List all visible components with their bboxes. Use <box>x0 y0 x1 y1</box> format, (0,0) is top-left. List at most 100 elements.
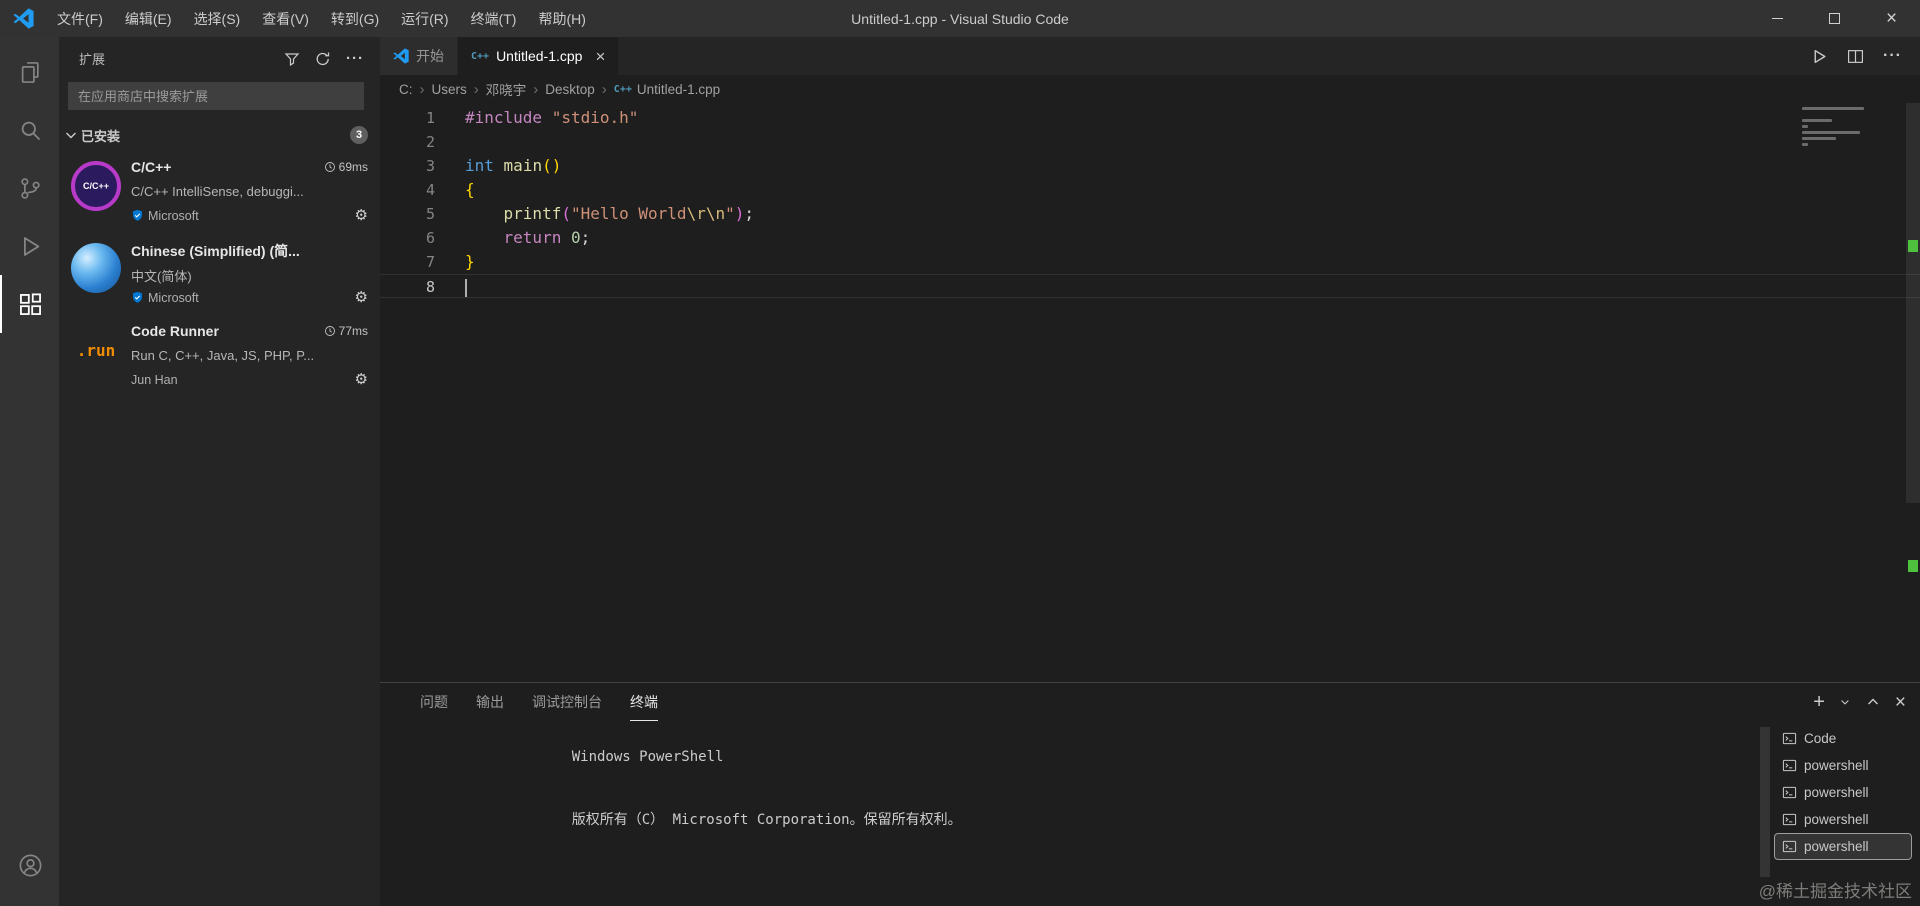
breadcrumb-item[interactable]: Desktop <box>545 82 595 97</box>
activitybar-search-button[interactable] <box>0 101 59 159</box>
code-line: 1 #include "stdio.h" <box>380 106 1920 130</box>
verified-publisher-icon <box>133 291 142 303</box>
menu-item-go[interactable]: 转到(G) <box>320 0 390 37</box>
tab-untitled-cpp[interactable]: C++ Untitled-1.cpp × <box>458 37 620 75</box>
globe-extension-icon <box>71 243 121 293</box>
extension-description: 中文(简体) <box>131 269 192 284</box>
terminal-line: Windows PowerShell <box>420 726 1760 789</box>
extension-item-cpp[interactable]: C/C++ C/C++ 69ms C/C++ IntelliSense, deb… <box>59 150 380 232</box>
activitybar-explorer-button[interactable] <box>0 43 59 101</box>
tab-close-icon[interactable]: × <box>595 48 605 65</box>
activitybar-extensions-button[interactable] <box>0 275 59 333</box>
tab-label: 开始 <box>416 48 444 64</box>
extension-item-code-runner[interactable]: .run Code Runner 77ms Run C, C++, Java, … <box>59 314 380 396</box>
extension-settings-gear-icon[interactable]: ⚙ <box>355 372 368 387</box>
breadcrumb: C: › Users › 邓晓宇 › Desktop › C++ Untitle… <box>380 75 1920 103</box>
panel-tab-problems[interactable]: 问题 <box>420 683 448 721</box>
titlebar: 文件(F) 编辑(E) 选择(S) 查看(V) 转到(G) 运行(R) 终端(T… <box>0 0 1920 37</box>
filter-icon[interactable] <box>284 51 300 67</box>
panel-close-icon[interactable]: × <box>1895 693 1906 712</box>
extensions-icon <box>20 292 41 315</box>
terminal-scrollbar[interactable] <box>1760 727 1770 877</box>
extensions-search-input[interactable] <box>68 82 364 110</box>
menu-item-run[interactable]: 运行(R) <box>390 0 459 37</box>
new-terminal-button[interactable]: + <box>1813 692 1825 712</box>
tab-welcome[interactable]: 开始 <box>380 37 458 75</box>
terminal-dropdown-chevron-icon[interactable] <box>1839 696 1851 708</box>
code-text <box>465 275 467 297</box>
menu-item-selection[interactable]: 选择(S) <box>183 0 252 37</box>
minimap[interactable] <box>1802 107 1902 149</box>
overview-ruler[interactable] <box>1906 103 1920 682</box>
chevron-right-icon: › <box>533 80 539 98</box>
scrollbar-slider[interactable] <box>1906 103 1920 503</box>
close-button[interactable]: × <box>1863 0 1920 37</box>
tab-label: Untitled-1.cpp <box>496 48 583 64</box>
extension-name: C/C++ <box>131 159 172 175</box>
terminal-list-item-label: powershell <box>1804 839 1869 854</box>
terminal-list-item[interactable]: powershell <box>1774 752 1912 779</box>
activitybar-run-debug-button[interactable] <box>0 217 59 275</box>
terminal-icon <box>1782 786 1797 799</box>
terminal-list-item[interactable]: Code <box>1774 725 1912 752</box>
extension-description: C/C++ IntelliSense, debuggi... <box>131 184 304 199</box>
panel-maximize-chevron-icon[interactable] <box>1865 694 1881 710</box>
extension-settings-gear-icon[interactable]: ⚙ <box>355 208 368 223</box>
terminal-list-item-label: Code <box>1804 731 1837 746</box>
account-button[interactable] <box>0 836 59 894</box>
code-line: 3 int main() <box>380 154 1920 178</box>
breadcrumb-item[interactable]: C: <box>399 82 413 97</box>
code-text: return 0; <box>503 228 591 247</box>
installed-section-header[interactable]: 已安装 3 <box>59 120 380 150</box>
activitybar-source-control-button[interactable] <box>0 159 59 217</box>
panel-tab-debug-console[interactable]: 调试控制台 <box>532 683 602 721</box>
clock-icon <box>324 162 335 172</box>
run-code-icon[interactable] <box>1811 48 1828 65</box>
menu-item-edit[interactable]: 编辑(E) <box>114 0 183 37</box>
panel-tab-terminal[interactable]: 终端 <box>630 683 658 721</box>
line-number: 7 <box>425 253 435 271</box>
breadcrumb-item-file[interactable]: C++ Untitled-1.cpp <box>614 82 720 97</box>
terminal-lines: Windows PowerShell 版权所有（C） Microsoft Cor… <box>420 726 1760 906</box>
editor-more-actions-icon[interactable]: ··· <box>1883 47 1902 65</box>
activity-bar <box>0 37 59 906</box>
terminal-icon <box>1782 840 1797 853</box>
extension-activation-time: 77ms <box>324 324 368 338</box>
menu-item-file[interactable]: 文件(F) <box>46 0 114 37</box>
refresh-icon[interactable] <box>315 51 331 67</box>
menu-item-help[interactable]: 帮助(H) <box>527 0 596 37</box>
source-control-icon <box>21 177 40 199</box>
extension-item-chinese[interactable]: Chinese (Simplified) (简... 中文(简体) Micros… <box>59 232 380 314</box>
panel-tab-output[interactable]: 输出 <box>476 683 504 721</box>
terminal-icon <box>1782 759 1797 772</box>
code-editor[interactable]: 1 #include "stdio.h" 2 3 int main() 4 {… <box>380 103 1920 682</box>
extension-publisher: Microsoft <box>131 291 199 305</box>
menu-bar: 文件(F) 编辑(E) 选择(S) 查看(V) 转到(G) 运行(R) 终端(T… <box>46 0 597 37</box>
terminal-list-item[interactable]: powershell <box>1774 806 1912 833</box>
breadcrumb-item[interactable]: 邓晓宇 <box>486 79 527 99</box>
terminal-line: 版权所有（C） Microsoft Corporation。保留所有权利。 <box>420 789 1760 852</box>
menu-item-terminal[interactable]: 终端(T) <box>460 0 528 37</box>
menu-item-view[interactable]: 查看(V) <box>251 0 320 37</box>
code-text: #include "stdio.h" <box>465 108 639 127</box>
watermark: @稀土掘金技术社区 <box>1758 882 1912 901</box>
panel-header: 问题 输出 调试控制台 终端 + × <box>380 683 1920 721</box>
minimize-button[interactable] <box>1749 0 1806 37</box>
cpp-file-icon: C++ <box>471 50 490 62</box>
extension-publisher: Jun Han <box>131 372 178 387</box>
breadcrumb-item[interactable]: Users <box>432 82 467 97</box>
code-runner-extension-icon: .run <box>71 325 121 375</box>
terminal-list-item[interactable]: powershell <box>1774 779 1912 806</box>
maximize-button[interactable] <box>1806 0 1863 37</box>
terminal-output[interactable]: Windows PowerShell 版权所有（C） Microsoft Cor… <box>380 721 1770 906</box>
more-actions-icon[interactable]: ··· <box>346 50 364 67</box>
code-text: { <box>465 180 475 199</box>
cpp-extension-icon: C/C++ <box>71 161 121 211</box>
terminal-list-item[interactable]: powershell <box>1774 833 1912 860</box>
split-editor-icon[interactable] <box>1847 48 1864 65</box>
window-controls: × <box>1749 0 1920 37</box>
chevron-right-icon: › <box>419 80 425 98</box>
extension-settings-gear-icon[interactable]: ⚙ <box>355 290 368 305</box>
terminal-list-item-label: powershell <box>1804 785 1869 800</box>
line-number: 2 <box>425 133 435 151</box>
